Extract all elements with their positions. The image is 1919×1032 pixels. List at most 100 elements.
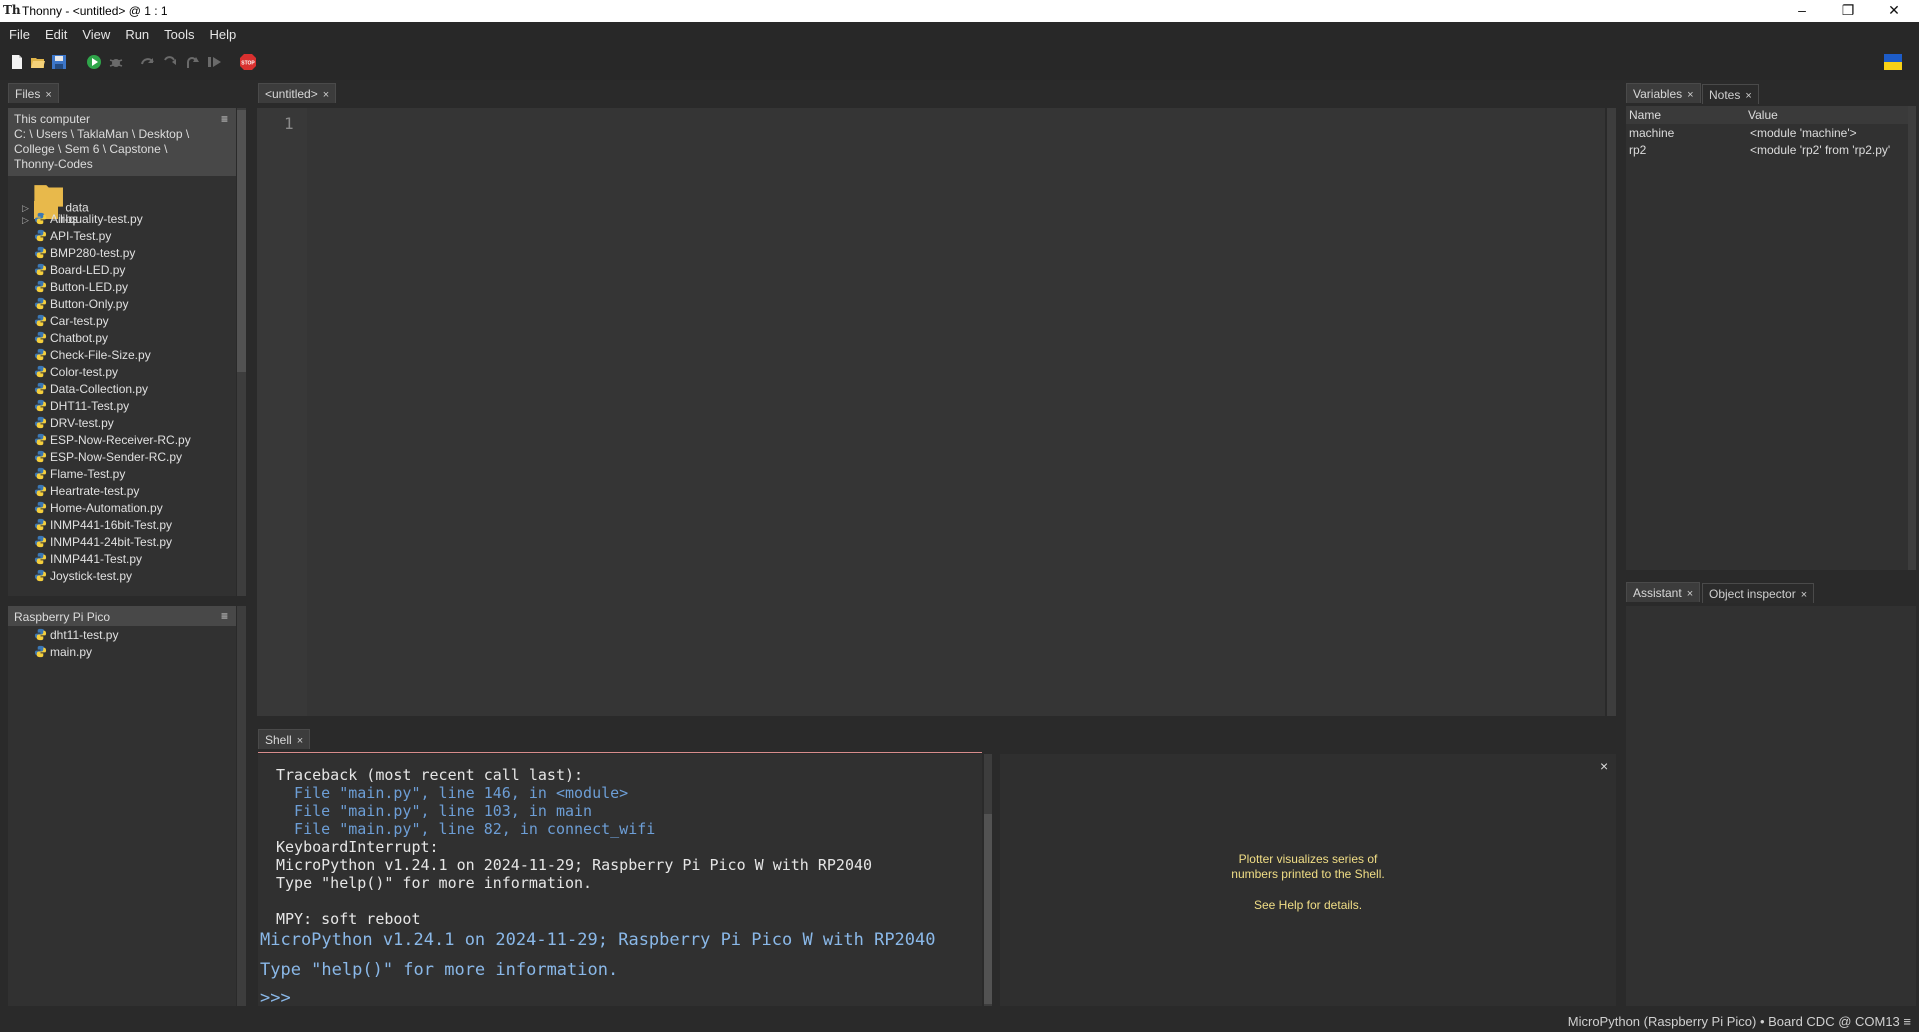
close-window-button[interactable]: ✕ bbox=[1871, 0, 1917, 22]
local-files-header: This computer C: \ Users \ TaklaMan \ De… bbox=[8, 108, 236, 176]
file-item[interactable]: Check-File-Size.py bbox=[34, 348, 151, 365]
editor-scrollbar[interactable] bbox=[1607, 108, 1616, 716]
file-item[interactable]: Car-test.py bbox=[34, 314, 109, 331]
tab-files[interactable]: Files × bbox=[8, 83, 59, 103]
new-file-icon[interactable] bbox=[9, 54, 25, 70]
file-item[interactable]: Board-LED.py bbox=[34, 263, 125, 280]
run-icon[interactable] bbox=[86, 54, 102, 70]
python-file-icon bbox=[34, 263, 47, 276]
file-item[interactable]: API-Test.py bbox=[34, 229, 111, 246]
device-file-item[interactable]: main.py bbox=[34, 645, 92, 662]
menu-run[interactable]: Run bbox=[116, 22, 155, 46]
file-name: Chatbot.py bbox=[50, 331, 109, 345]
minimize-button[interactable]: – bbox=[1779, 0, 1825, 22]
toolbar: STOP bbox=[0, 46, 1919, 80]
ukraine-flag-icon[interactable] bbox=[1884, 54, 1902, 70]
folder-item[interactable]: ▷ data bbox=[22, 178, 89, 214]
assistant-panel bbox=[1626, 606, 1916, 1006]
variable-value: <module 'machine'> bbox=[1750, 126, 1857, 140]
expand-arrow-icon[interactable]: ▷ bbox=[22, 215, 32, 226]
tab-variables[interactable]: Variables × bbox=[1626, 83, 1701, 103]
python-file-icon bbox=[34, 645, 47, 658]
local-files-scrollbar[interactable] bbox=[237, 108, 246, 596]
plotter-message-2: numbers printed to the Shell. bbox=[1231, 867, 1385, 881]
panel-menu-icon[interactable]: ≡ bbox=[221, 112, 228, 126]
tab-assistant[interactable]: Assistant × bbox=[1626, 582, 1701, 602]
close-icon[interactable]: × bbox=[1687, 89, 1693, 101]
file-item[interactable]: Joystick-test.py bbox=[34, 569, 132, 586]
path-line-2[interactable]: College \ Sem 6 \ Capstone \ bbox=[14, 142, 230, 157]
close-icon[interactable]: × bbox=[1801, 589, 1807, 601]
path-line-3[interactable]: Thonny-Codes bbox=[14, 157, 230, 172]
column-name-header[interactable]: Name bbox=[1629, 108, 1661, 122]
device-file-item[interactable]: dht11-test.py bbox=[34, 628, 118, 645]
shell-line: MPY: soft reboot bbox=[276, 910, 421, 928]
tab-notes-label: Notes bbox=[1709, 88, 1741, 102]
step-over-icon[interactable] bbox=[140, 54, 156, 70]
plotter-help-link[interactable]: See Help for details. bbox=[1158, 898, 1458, 913]
variables-scrollbar[interactable] bbox=[1908, 106, 1916, 570]
save-icon[interactable] bbox=[51, 54, 67, 70]
file-item[interactable]: Button-LED.py bbox=[34, 280, 128, 297]
step-out-icon[interactable] bbox=[184, 54, 200, 70]
close-plotter-icon[interactable]: × bbox=[1600, 758, 1608, 774]
resume-icon[interactable] bbox=[206, 54, 222, 70]
tab-shell[interactable]: Shell × bbox=[258, 729, 311, 749]
file-item[interactable]: INMP441-Test.py bbox=[34, 552, 142, 569]
file-item[interactable]: DRV-test.py bbox=[34, 416, 114, 433]
shell-console[interactable]: Traceback (most recent call last): File … bbox=[258, 754, 982, 1008]
close-icon[interactable]: × bbox=[297, 735, 303, 747]
file-item[interactable]: DHT11-Test.py bbox=[34, 399, 129, 416]
file-name: main.py bbox=[50, 645, 93, 659]
panel-menu-icon[interactable]: ≡ bbox=[221, 609, 228, 623]
file-item[interactable]: Flame-Test.py bbox=[34, 467, 125, 484]
file-item[interactable]: ESP-Now-Sender-RC.py bbox=[34, 450, 182, 467]
file-item[interactable]: BMP280-test.py bbox=[34, 246, 135, 263]
file-item[interactable]: INMP441-16bit-Test.py bbox=[34, 518, 172, 535]
tab-untitled[interactable]: <untitled> × bbox=[258, 83, 337, 103]
restore-button[interactable]: ❐ bbox=[1825, 0, 1871, 22]
step-into-icon[interactable] bbox=[162, 54, 178, 70]
scroll-thumb[interactable] bbox=[984, 814, 992, 1004]
menu-edit[interactable]: Edit bbox=[36, 22, 73, 46]
variable-row[interactable]: rp2 <module 'rp2' from 'rp2.py' bbox=[1626, 141, 1908, 158]
device-files-scrollbar[interactable] bbox=[237, 606, 246, 1006]
file-item[interactable]: Air-quality-test.py bbox=[34, 212, 143, 229]
menu-help[interactable]: Help bbox=[201, 22, 243, 46]
stop-icon[interactable]: STOP bbox=[239, 53, 257, 71]
close-icon[interactable]: × bbox=[1745, 90, 1751, 102]
variable-row[interactable]: machine <module 'machine'> bbox=[1626, 124, 1908, 141]
file-item[interactable]: Home-Automation.py bbox=[34, 501, 163, 518]
shell-prompt[interactable]: >>> bbox=[260, 988, 291, 1008]
path-line-1[interactable]: C: \ Users \ TaklaMan \ Desktop \ bbox=[14, 127, 230, 142]
shell-line: File "main.py", line 82, in connect_wifi bbox=[276, 820, 656, 838]
folder-item[interactable]: ▷ libs bbox=[22, 195, 78, 226]
tab-notes[interactable]: Notes × bbox=[1702, 84, 1759, 104]
file-item[interactable]: Button-Only.py bbox=[34, 297, 128, 314]
code-editor[interactable] bbox=[307, 108, 1605, 716]
tab-object-inspector[interactable]: Object inspector × bbox=[1702, 583, 1815, 603]
file-name: Button-Only.py bbox=[50, 297, 129, 311]
file-item[interactable]: Heartrate-test.py bbox=[34, 484, 139, 501]
column-value-header[interactable]: Value bbox=[1748, 108, 1778, 122]
interpreter-selector[interactable]: MicroPython (Raspberry Pi Pico) • Board … bbox=[1568, 1014, 1911, 1029]
close-icon[interactable]: × bbox=[1687, 588, 1693, 600]
close-icon[interactable]: × bbox=[45, 89, 51, 101]
file-item[interactable]: INMP441-24bit-Test.py bbox=[34, 535, 172, 552]
tab-variables-label: Variables bbox=[1633, 87, 1683, 101]
shell-scrollbar[interactable] bbox=[984, 754, 992, 1006]
thonny-logo-icon: Th bbox=[3, 3, 21, 17]
file-item[interactable]: Color-test.py bbox=[34, 365, 118, 382]
file-item[interactable]: ESP-Now-Receiver-RC.py bbox=[34, 433, 191, 450]
file-item[interactable]: Chatbot.py bbox=[34, 331, 108, 348]
menu-view[interactable]: View bbox=[73, 22, 116, 46]
menu-tools[interactable]: Tools bbox=[155, 22, 200, 46]
shell-line: KeyboardInterrupt: bbox=[276, 838, 439, 856]
menu-file[interactable]: File bbox=[0, 22, 36, 46]
close-icon[interactable]: × bbox=[323, 89, 329, 101]
device-file-tree: dht11-test.py main.py bbox=[8, 628, 236, 1006]
debug-icon[interactable] bbox=[108, 54, 124, 70]
scroll-thumb[interactable] bbox=[237, 110, 246, 372]
file-item[interactable]: Data-Collection.py bbox=[34, 382, 148, 399]
open-file-icon[interactable] bbox=[30, 54, 46, 70]
